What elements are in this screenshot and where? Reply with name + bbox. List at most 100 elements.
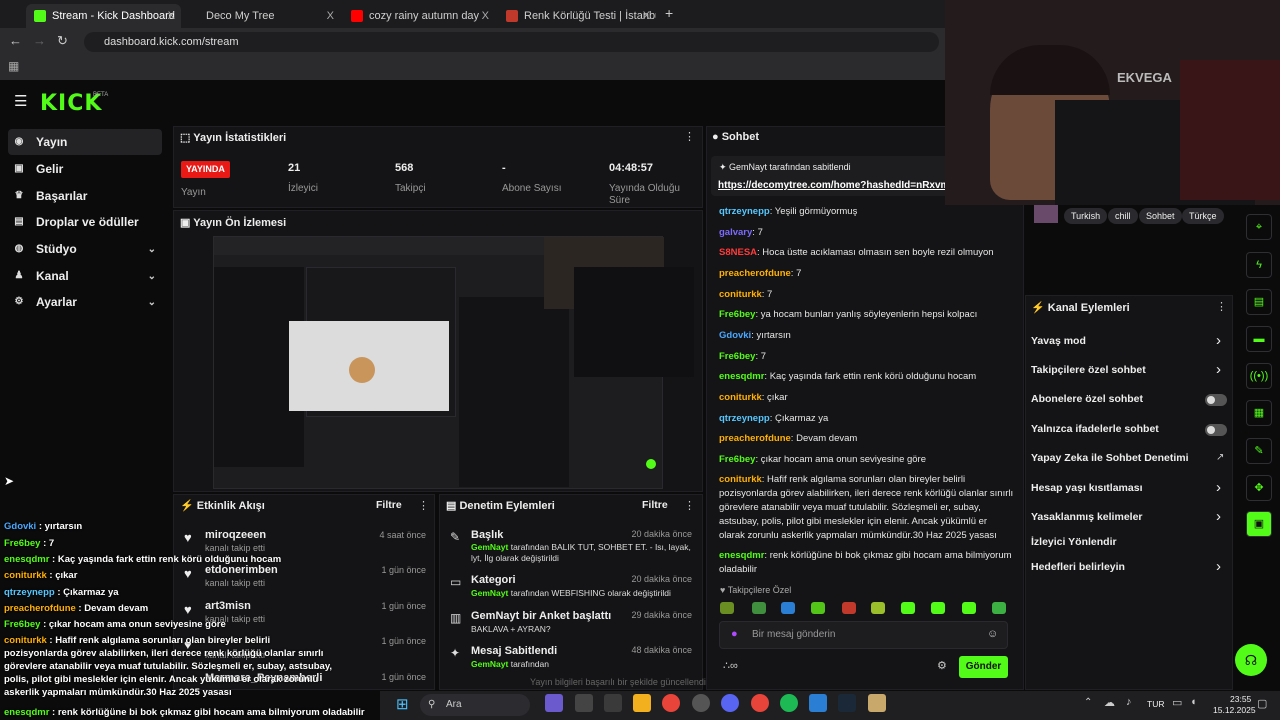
chevron-right-icon[interactable]: › bbox=[1216, 479, 1221, 496]
emote-icon[interactable] bbox=[781, 602, 795, 614]
layout-icon[interactable]: ▦ bbox=[1246, 400, 1272, 426]
network-icon[interactable]: ▭ bbox=[1172, 696, 1182, 709]
spotify-icon[interactable] bbox=[780, 694, 798, 712]
tag-chip[interactable]: Sohbet bbox=[1139, 208, 1182, 224]
forward-icon[interactable]: → bbox=[33, 33, 46, 48]
new-tab-button[interactable]: + bbox=[665, 5, 673, 21]
apps-grid-icon[interactable]: ▦ bbox=[8, 59, 19, 73]
chat-username[interactable]: galvary bbox=[719, 227, 752, 238]
lightning-icon[interactable]: ϟ bbox=[1246, 252, 1272, 278]
chat-username[interactable]: Fre6bey bbox=[719, 351, 755, 362]
emote-icon[interactable] bbox=[931, 602, 945, 614]
tab-kick-dashboard[interactable]: Stream - Kick Dashboard X bbox=[26, 4, 181, 28]
file-explorer-icon[interactable] bbox=[633, 694, 651, 712]
tag-chip[interactable]: Turkish bbox=[1064, 208, 1108, 224]
discord-icon[interactable] bbox=[721, 694, 739, 712]
tab-youtube[interactable]: cozy rainy autumn day X bbox=[343, 4, 495, 28]
back-icon[interactable]: ← bbox=[9, 33, 22, 48]
broadcast-icon[interactable]: ((•)) bbox=[1246, 363, 1272, 389]
channel-action-item[interactable]: Hesap yaşı kısıtlaması bbox=[1031, 482, 1143, 494]
stream-preview-video[interactable] bbox=[213, 236, 694, 489]
chat-username[interactable]: enesqdmr bbox=[719, 371, 764, 382]
chat-username[interactable]: coniturkk bbox=[719, 392, 762, 403]
channel-action-item[interactable]: Yasaklanmış kelimeler bbox=[1031, 511, 1143, 523]
window-app-icon[interactable] bbox=[604, 694, 622, 712]
notification-icon[interactable]: ▢ bbox=[1257, 697, 1267, 710]
windows-start-icon[interactable]: ⊞ bbox=[396, 695, 409, 713]
close-icon[interactable]: X bbox=[168, 10, 175, 22]
moderation-filter-button[interactable]: Filtre bbox=[642, 499, 668, 511]
more-options-icon[interactable]: ⋮ bbox=[684, 499, 695, 512]
channel-action-item[interactable]: Yavaş mod bbox=[1031, 335, 1086, 347]
emote-icon[interactable] bbox=[752, 602, 766, 614]
chat-username[interactable]: enesqdmr bbox=[719, 550, 764, 561]
toggle-switch[interactable] bbox=[1205, 394, 1227, 406]
chat-username[interactable]: coniturkk bbox=[719, 289, 762, 300]
game-icon[interactable] bbox=[868, 694, 886, 712]
more-options-icon[interactable]: ⋮ bbox=[1216, 300, 1227, 313]
sidebar-item-studyo[interactable]: ◍ Stüdyo ⌄ bbox=[8, 236, 162, 262]
app-icon[interactable]: ▣ bbox=[1246, 511, 1272, 537]
tray-chevron-icon[interactable]: ⌃ bbox=[1084, 697, 1092, 708]
send-button[interactable]: Gönder bbox=[959, 656, 1008, 678]
tag-chip[interactable]: Türkçe bbox=[1182, 208, 1224, 224]
emote-icon[interactable] bbox=[992, 602, 1006, 614]
chat-username[interactable]: qtrzeynepp bbox=[719, 413, 770, 424]
emote-icon[interactable] bbox=[962, 602, 976, 614]
target-icon[interactable]: ⌖ bbox=[1246, 214, 1272, 240]
channel-action-item[interactable]: Hedefleri belirleyin bbox=[1031, 561, 1125, 573]
chat-username[interactable]: qtrzeynepp bbox=[719, 206, 770, 217]
reload-icon[interactable]: ↻ bbox=[57, 33, 68, 49]
quick-emote-icon[interactable]: ∴∞ bbox=[723, 659, 738, 672]
more-options-icon[interactable]: ⋮ bbox=[684, 130, 695, 143]
github-icon[interactable] bbox=[692, 694, 710, 712]
tab-deco-my-tree[interactable]: Deco My Tree X bbox=[184, 4, 340, 28]
chat-username[interactable]: preacherofdune bbox=[719, 433, 791, 444]
tab-color-test[interactable]: Renk Körlüğü Testi | İstanbul Gö X bbox=[498, 4, 656, 28]
chrome-icon[interactable] bbox=[751, 694, 769, 712]
close-icon[interactable]: X bbox=[643, 10, 650, 22]
clipboard-icon[interactable]: ▤ bbox=[1246, 289, 1272, 315]
steam-icon[interactable] bbox=[838, 694, 856, 712]
chat-username[interactable]: preacherofdune bbox=[719, 268, 791, 279]
game-app-icon[interactable] bbox=[545, 694, 563, 712]
close-icon[interactable]: X bbox=[482, 10, 489, 22]
chevron-right-icon[interactable]: › bbox=[1216, 508, 1221, 525]
emote-icon[interactable] bbox=[811, 602, 825, 614]
language-indicator[interactable]: TUR bbox=[1147, 699, 1164, 709]
sidebar-item-kanal[interactable]: ♟ Kanal ⌄ bbox=[8, 263, 162, 289]
mic-icon[interactable]: ♪ bbox=[1126, 696, 1132, 708]
channel-action-item[interactable]: Yalnızca ifadelerle sohbet bbox=[1031, 423, 1159, 435]
chat-bubble-icon[interactable]: ▬ bbox=[1246, 326, 1272, 352]
chat-username[interactable]: coniturkk bbox=[719, 474, 762, 485]
volume-icon[interactable]: ◖ bbox=[1190, 696, 1197, 708]
chat-username[interactable]: Fre6bey bbox=[719, 309, 755, 320]
taskbar-search[interactable]: ⚲ Ara bbox=[420, 694, 530, 716]
cloud-icon[interactable]: ☁ bbox=[1104, 696, 1115, 709]
support-icon[interactable]: ☊ bbox=[1235, 644, 1267, 676]
menu-icon[interactable]: ☰ bbox=[14, 92, 27, 110]
channel-action-item[interactable]: Yapay Zeka ile Sohbet Denetimi bbox=[1031, 452, 1189, 464]
clock-time[interactable]: 23:55 bbox=[1230, 694, 1251, 704]
chat-username[interactable]: S8NESA bbox=[719, 247, 757, 258]
sidebar-item-basarilar[interactable]: ♛ Başarılar bbox=[8, 183, 162, 209]
wrench-icon[interactable]: ✎ bbox=[1246, 438, 1272, 464]
close-icon[interactable]: X bbox=[327, 10, 334, 22]
chat-username[interactable]: Gdovki bbox=[719, 330, 751, 341]
channel-action-item[interactable]: Abonelere özel sohbet bbox=[1031, 393, 1143, 405]
gear-icon[interactable]: ⚙ bbox=[937, 659, 947, 672]
external-link-icon[interactable]: ↗ bbox=[1216, 452, 1224, 463]
sidebar-item-gelir[interactable]: ▣ Gelir bbox=[8, 156, 162, 182]
sidebar-item-yayin[interactable]: ◉ Yayın bbox=[8, 129, 162, 155]
emote-icon[interactable] bbox=[720, 602, 734, 614]
sidebar-item-ayarlar[interactable]: ⚙ Ayarlar ⌄ bbox=[8, 289, 162, 315]
task-view-icon[interactable] bbox=[575, 694, 593, 712]
app-icon[interactable] bbox=[809, 694, 827, 712]
tag-chip[interactable]: chill bbox=[1108, 208, 1138, 224]
chrome-icon[interactable] bbox=[662, 694, 680, 712]
kick-emoji-icon[interactable]: ● bbox=[731, 628, 738, 640]
chevron-right-icon[interactable]: › bbox=[1216, 332, 1221, 349]
chat-username[interactable]: Fre6bey bbox=[719, 454, 755, 465]
channel-action-item[interactable]: Takipçilere özel sohbet bbox=[1031, 364, 1146, 376]
more-options-icon[interactable]: ⋮ bbox=[418, 499, 429, 512]
